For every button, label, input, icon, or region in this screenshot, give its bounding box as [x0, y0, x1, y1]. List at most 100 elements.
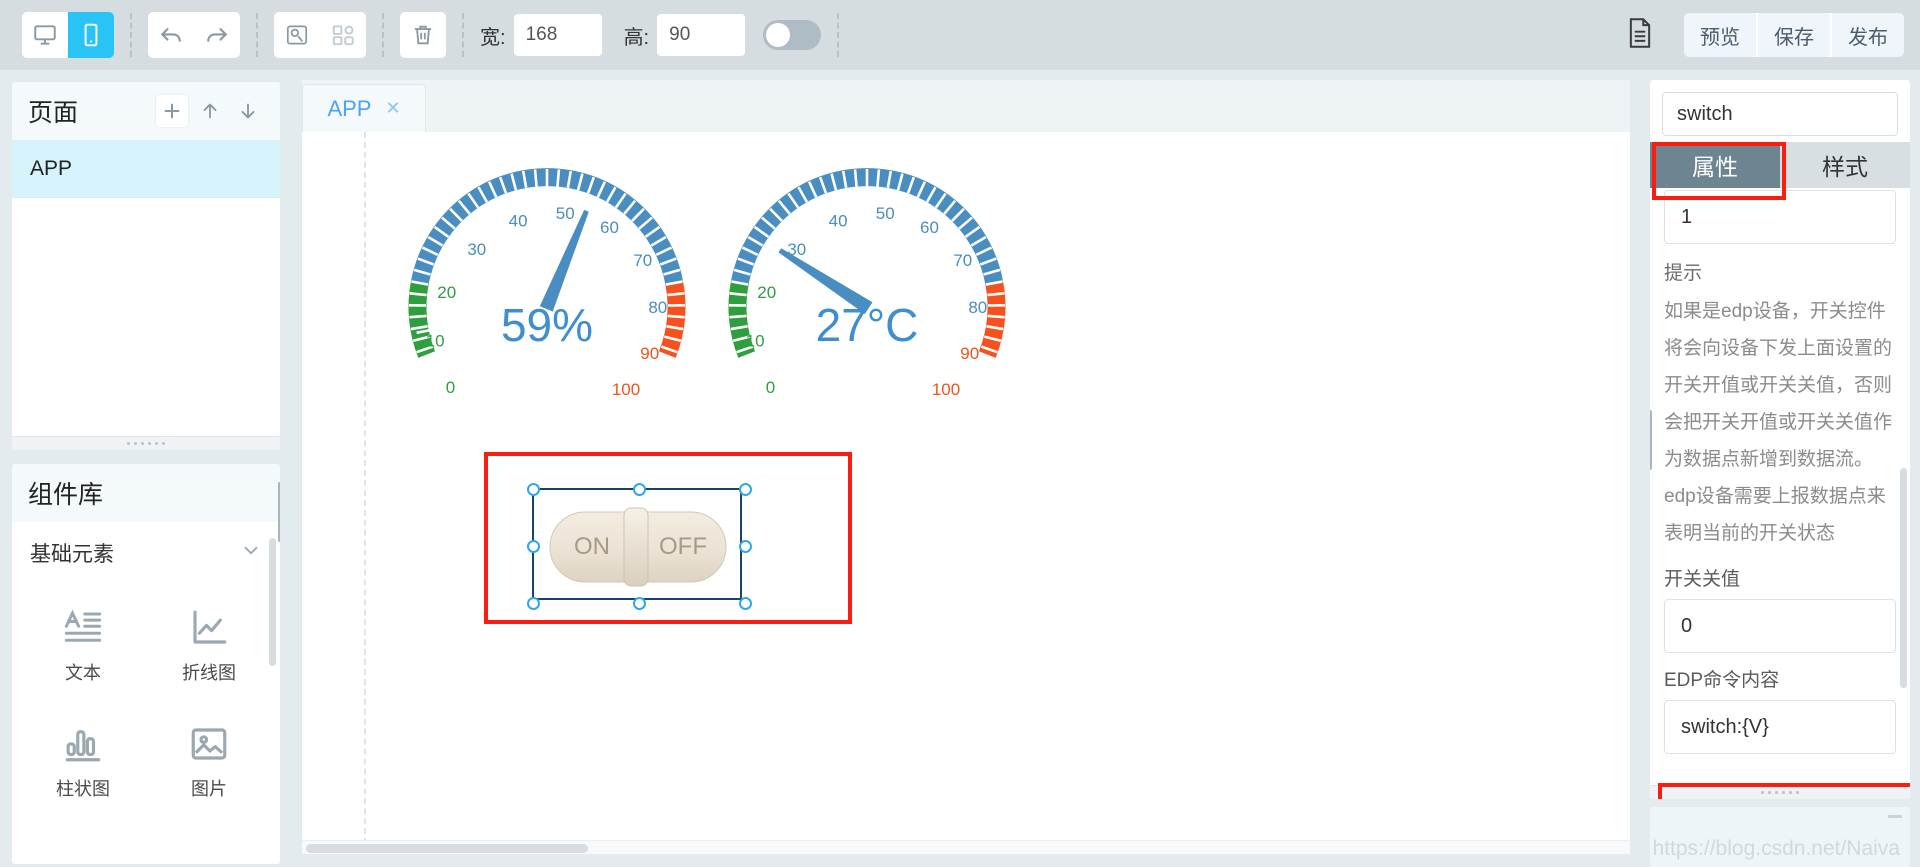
component-item-partial-right[interactable]	[146, 820, 272, 864]
resize-handle-bottom-center[interactable]	[633, 597, 646, 610]
component-selection-box[interactable]: ON OFF	[527, 483, 752, 610]
design-canvas[interactable]: 0 10 20 30 40 50 60 70 80 90 100 59% 0 1…	[302, 132, 1630, 854]
desktop-icon	[34, 25, 56, 45]
bar-chart-icon	[65, 730, 101, 762]
properties-sidebar: ▶ 属性 样式 提示 如果是edp设备，开关控件将会向设备下发上面设置的开关开值…	[1640, 70, 1920, 867]
preview-button[interactable]: 预览	[1684, 13, 1758, 57]
component-group-basic[interactable]: 基础元素	[12, 522, 280, 584]
pages-panel: 页面 APP	[12, 82, 280, 450]
lock-toggle[interactable]	[763, 20, 822, 50]
add-page-button[interactable]	[156, 95, 188, 127]
svg-text:0: 0	[766, 378, 775, 397]
divider	[462, 13, 464, 57]
component-library-scrollbar[interactable]	[269, 538, 276, 666]
plus-icon	[164, 103, 180, 119]
divider	[382, 13, 384, 57]
component-name-row	[1650, 80, 1910, 142]
tip-text: 如果是edp设备，开关控件将会向设备下发上面设置的开关开值或开关关值，否则会把开…	[1664, 301, 1893, 545]
gauge-temperature[interactable]: 0 10 20 30 40 50 60 70 80 90 100 27°C	[722, 162, 1012, 412]
switch-off-value-input[interactable]	[1664, 599, 1896, 654]
right-panel-collapse-button[interactable]: ▶	[1650, 410, 1652, 470]
top-toolbar: 宽: 高: 预览 保存 发布	[0, 0, 1920, 70]
ungroup-icon	[332, 25, 354, 46]
resize-handle-top-right[interactable]	[739, 483, 752, 496]
svg-text:60: 60	[920, 218, 939, 237]
close-icon[interactable]: ✕	[385, 98, 400, 119]
watermark-bar: https://blog.csdn.net/Naiva	[1650, 807, 1910, 867]
pages-panel-header: 页面	[12, 82, 280, 140]
gauge-value-text: 59%	[500, 299, 594, 351]
component-item-label: 柱状图	[56, 779, 110, 799]
move-page-down-button[interactable]	[232, 95, 264, 127]
ungroup-button[interactable]	[320, 12, 366, 58]
tip-title: 提示	[1664, 263, 1703, 284]
component-group-label: 基础元素	[30, 542, 114, 566]
svg-text:0: 0	[446, 378, 455, 397]
redo-button[interactable]	[194, 12, 240, 58]
properties-tabs: 属性 样式	[1650, 142, 1910, 188]
tab-style[interactable]: 样式	[1780, 142, 1910, 188]
resize-handle-middle-left[interactable]	[527, 540, 540, 553]
gauge-humidity[interactable]: 0 10 20 30 40 50 60 70 80 90 100 59%	[402, 162, 692, 412]
properties-panel-resize-grip[interactable]	[1650, 785, 1910, 799]
svg-text:40: 40	[829, 212, 848, 231]
resize-handle-top-left[interactable]	[527, 483, 540, 496]
canvas-tab-app[interactable]: APP ✕	[302, 84, 426, 132]
canvas-horizontal-scrollbar[interactable]	[302, 840, 1630, 854]
resize-handle-bottom-right[interactable]	[739, 597, 752, 610]
component-item-image[interactable]: 图片	[146, 704, 272, 820]
height-input[interactable]	[657, 14, 746, 56]
save-button[interactable]: 保存	[1758, 13, 1832, 57]
edp-command-input[interactable]	[1664, 700, 1896, 755]
publish-actions-group: 预览 保存 发布	[1684, 13, 1904, 57]
mobile-mode-button[interactable]	[68, 12, 114, 58]
tab-properties[interactable]: 属性	[1650, 142, 1780, 188]
component-item-label: 文本	[65, 663, 101, 683]
component-library-panel: 组件库 基础元素 文本 折线图 柱状图 图片	[12, 464, 280, 864]
svg-text:100: 100	[932, 380, 960, 399]
document-button[interactable]	[1624, 16, 1656, 55]
left-panel-collapse-button[interactable]: ◀	[278, 482, 280, 542]
component-item-bar-chart[interactable]: 柱状图	[20, 704, 146, 820]
canvas-scroll-thumb[interactable]	[306, 844, 588, 853]
gauge-row: 0 10 20 30 40 50 60 70 80 90 100 59% 0 1…	[402, 162, 1012, 412]
desktop-mode-button[interactable]	[22, 12, 68, 58]
component-item-text[interactable]: 文本	[20, 588, 146, 704]
switch-on-value-input[interactable]	[1664, 190, 1896, 244]
edp-command-label: EDP命令内容	[1664, 670, 1780, 692]
left-sidebar: 页面 APP 组件库 基础元素 文本 折线图 柱状图 图片	[0, 70, 292, 867]
delete-button[interactable]	[400, 12, 446, 58]
pages-panel-resize-grip[interactable]	[12, 436, 280, 450]
page-item-app[interactable]: APP	[12, 140, 280, 198]
device-mode-group	[22, 11, 114, 59]
resize-handle-top-center[interactable]	[633, 483, 646, 496]
move-page-up-button[interactable]	[194, 95, 226, 127]
trash-icon	[414, 25, 432, 45]
svg-text:70: 70	[633, 251, 652, 270]
component-grid: 文本 折线图 柱状图 图片	[12, 584, 280, 864]
properties-scrollbar[interactable]	[1900, 468, 1907, 688]
component-item-label: 图片	[191, 779, 227, 799]
resize-handle-middle-right[interactable]	[739, 540, 752, 553]
svg-text:70: 70	[953, 251, 972, 270]
svg-text:50: 50	[556, 204, 575, 223]
arrow-down-icon	[241, 103, 255, 119]
svg-text:60: 60	[600, 218, 619, 237]
svg-text:100: 100	[612, 380, 640, 399]
line-chart-icon	[193, 610, 227, 644]
component-item-line-chart[interactable]: 折线图	[146, 588, 272, 704]
publish-button[interactable]: 发布	[1832, 13, 1904, 57]
canvas-guide-line	[364, 132, 366, 854]
switch-component[interactable]: ON OFF	[548, 506, 728, 588]
component-name-input[interactable]	[1662, 92, 1898, 136]
resize-handle-bottom-left[interactable]	[527, 597, 540, 610]
group-icon	[286, 25, 308, 45]
width-input[interactable]	[513, 14, 602, 56]
component-item-partial-left[interactable]	[20, 820, 146, 864]
width-label: 宽:	[480, 26, 506, 49]
group-button[interactable]	[274, 12, 320, 58]
undo-button[interactable]	[148, 12, 194, 58]
properties-body: 提示 如果是edp设备，开关控件将会向设备下发上面设置的开关开值或开关关值，否则…	[1650, 188, 1910, 785]
canvas-tab-label: APP	[327, 95, 372, 121]
pages-panel-actions	[156, 95, 264, 127]
